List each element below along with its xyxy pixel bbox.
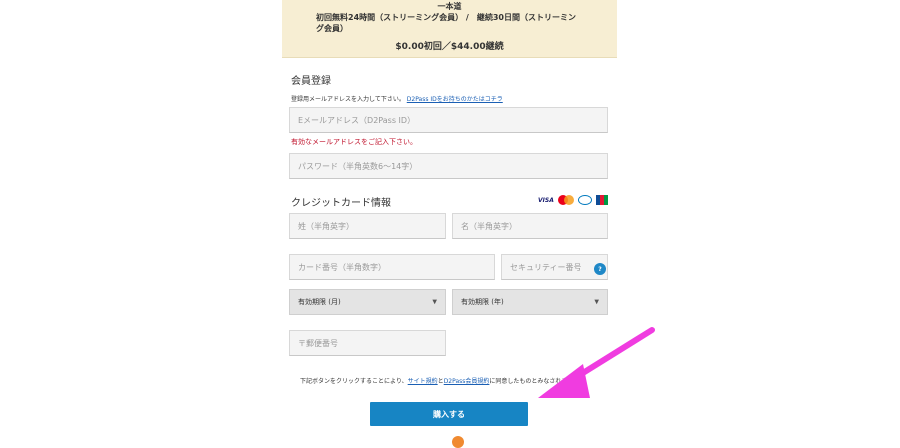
security-code-field[interactable]: セキュリティー番号 bbox=[501, 254, 608, 280]
diners-icon bbox=[577, 195, 592, 205]
d2pass-login-link[interactable]: D2Pass IDをお持ちのかたはコチラ bbox=[407, 96, 503, 103]
visa-icon: VISA bbox=[538, 196, 554, 204]
expiry-month-select[interactable]: 有効期限 (月) ▼ bbox=[289, 289, 446, 315]
expiry-month-value: 有効期限 (月) bbox=[298, 298, 341, 306]
firstname-field[interactable]: 名（半角英字） bbox=[452, 213, 608, 239]
card-brand-logos: VISA bbox=[538, 195, 608, 205]
card-number-field[interactable]: カード番号（半角数字） bbox=[289, 254, 495, 280]
email-hint-text: 登録用メールアドレスを入力して下さい。 bbox=[291, 96, 405, 103]
terms-suffix: に同意したものとみなされます。 bbox=[489, 378, 579, 385]
jcb-icon bbox=[595, 195, 608, 205]
email-field[interactable]: Eメールアドレス（D2Pass ID） bbox=[289, 107, 608, 133]
footer-logo-icon bbox=[452, 436, 464, 448]
password-field[interactable]: パスワード（半角英数6～14字） bbox=[289, 153, 608, 179]
plan-description: 初回無料24時間（ストリーミング会員） / 継続30日間（ストリーミング会員） bbox=[316, 13, 576, 33]
terms-notice: 下記ボタンをクリックすることにより、サイト規約とD2Pass会員規約に同意したも… bbox=[300, 376, 610, 385]
purchase-button[interactable]: 購入する bbox=[370, 402, 528, 426]
mastercard-icon bbox=[557, 195, 574, 205]
plan-price: $0.00初回／$44.00継続 bbox=[395, 42, 504, 52]
card-section-title: クレジットカード情報 bbox=[291, 198, 391, 209]
chevron-down-icon: ▼ bbox=[432, 298, 437, 306]
member-terms-link[interactable]: D2Pass会員規約 bbox=[444, 378, 490, 385]
plan-title: 一本道 bbox=[437, 2, 462, 11]
zipcode-field[interactable]: 〒郵便番号 bbox=[289, 330, 446, 356]
lastname-field[interactable]: 姓（半角英字） bbox=[289, 213, 446, 239]
chevron-down-icon: ▼ bbox=[594, 298, 599, 306]
member-section-title: 会員登録 bbox=[291, 76, 331, 87]
terms-prefix: 下記ボタンをクリックすることにより、 bbox=[300, 378, 408, 385]
expiry-year-select[interactable]: 有効期限 (年) ▼ bbox=[452, 289, 608, 315]
site-terms-link[interactable]: サイト規約 bbox=[408, 378, 438, 385]
email-hint: 登録用メールアドレスを入力して下さい。 D2Pass IDをお持ちのかたはコチラ bbox=[291, 94, 503, 103]
expiry-year-value: 有効期限 (年) bbox=[461, 298, 504, 306]
email-error: 有効なメールアドレスをご記入下さい。 bbox=[291, 138, 417, 146]
plan-summary: 一本道 初回無料24時間（ストリーミング会員） / 継続30日間（ストリーミング… bbox=[282, 0, 617, 58]
help-icon[interactable]: ? bbox=[594, 263, 606, 275]
